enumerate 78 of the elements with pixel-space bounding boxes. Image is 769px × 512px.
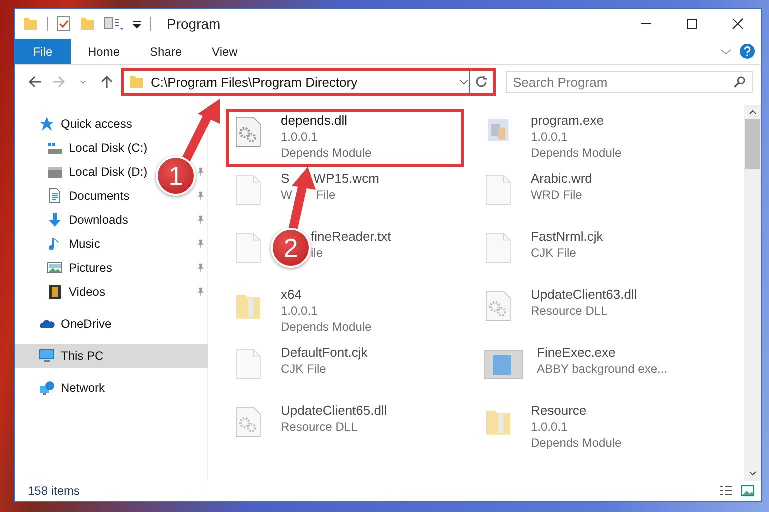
- file-detail: Depends Module: [281, 145, 372, 161]
- large-icons-view-icon: [741, 485, 755, 497]
- download-arrow-icon: [47, 212, 63, 228]
- picture-icon: [47, 260, 63, 276]
- pointer-arrow: [182, 99, 220, 164]
- ribbon-tab[interactable]: Share: [135, 39, 198, 64]
- scrollbar-thumb[interactable]: [745, 119, 760, 169]
- film-icon: [47, 284, 63, 300]
- file-detail: Resource DLL: [281, 419, 358, 435]
- file-name: depends.dll: [281, 113, 348, 129]
- file-detail: 1.0.0.1: [531, 419, 568, 435]
- maximize-icon: [686, 18, 698, 30]
- file-name: WP15.wcm: [314, 171, 380, 187]
- file-detail: File: [316, 187, 336, 203]
- file-name: FastNrml.cjk: [531, 229, 604, 245]
- document-icon: [47, 188, 63, 204]
- chevron-icon: [720, 46, 732, 56]
- file-name: UpdateClient65.dll: [281, 403, 388, 419]
- file-detail: Depends Module: [531, 145, 622, 161]
- customize-toolbar-icon: [132, 19, 142, 29]
- ribbon-tab[interactable]: View: [197, 39, 253, 64]
- star-icon: [39, 116, 55, 132]
- sidebar-item[interactable]: OneDrive: [15, 312, 116, 336]
- file-detail: CJK File: [281, 361, 326, 377]
- ribbon-tab[interactable]: Home: [73, 39, 136, 64]
- new-folder-icon: [80, 16, 96, 32]
- drive-icon: [47, 140, 63, 156]
- sidebar-item[interactable]: Downloads: [15, 208, 132, 232]
- file-name: FineExec.exe: [537, 345, 616, 361]
- details-view-icon: [719, 485, 733, 497]
- address-bar[interactable]: C:\Program Files\Program Directory: [124, 71, 469, 93]
- file-detail: ABBY background exe...: [537, 361, 668, 377]
- file-name: fineReader.txt: [311, 229, 392, 245]
- sidebar-item[interactable]: Local Disk (C:): [15, 136, 152, 160]
- sidebar-item[interactable]: Videos: [15, 280, 110, 304]
- dropdown-chevron-icon: [459, 78, 469, 86]
- back-icon: [28, 75, 42, 89]
- refresh-icon: [474, 75, 488, 89]
- network-icon: [39, 380, 55, 396]
- sidebar-item[interactable]: Pictures: [15, 256, 116, 280]
- sidebar-item[interactable]: This PC: [15, 344, 208, 368]
- close-icon: [732, 18, 744, 30]
- window-title: Program: [167, 16, 221, 32]
- forward-icon: [52, 75, 66, 89]
- file-detail: W: [281, 187, 292, 203]
- file-detail: Depends Module: [281, 319, 372, 335]
- file-name: program.exe: [531, 113, 604, 129]
- help-icon: [740, 44, 755, 59]
- file-name: Arabic.wrd: [531, 171, 592, 187]
- file-detail: Depends Module: [531, 435, 622, 451]
- file-detail: 1.0.0.1: [281, 303, 318, 319]
- file-detail: WRD File: [531, 187, 582, 203]
- sidebar-item[interactable]: Quick access: [15, 112, 136, 136]
- file-name: Resource: [531, 403, 587, 419]
- file-name: DefaultFont.cjk: [281, 345, 368, 361]
- item-count: 158 items: [28, 484, 80, 498]
- sidebar-item[interactable]: Music: [15, 232, 104, 256]
- sidebar-item[interactable]: Network: [15, 376, 110, 400]
- file-detail: Resource DLL: [531, 303, 608, 319]
- scroll-up-icon: [748, 109, 756, 115]
- file-name: x64: [281, 287, 302, 303]
- sidebar-item[interactable]: Documents: [15, 184, 134, 208]
- view-options-icon: [104, 16, 124, 32]
- file-name: UpdateClient63.dll: [531, 287, 638, 303]
- up-icon: [100, 75, 114, 89]
- file-detail: ile: [311, 245, 324, 261]
- file-name: S: [281, 171, 290, 187]
- file-menu-tab[interactable]: File: [15, 39, 71, 64]
- folder-icon: [23, 16, 39, 32]
- folder-icon: [129, 74, 145, 90]
- file-detail: CJK File: [531, 245, 576, 261]
- scroll-down-icon: [748, 471, 756, 477]
- file-detail: 1.0.0.1: [531, 129, 568, 145]
- properties-icon: [56, 16, 72, 32]
- file-detail: 1.0.0.1: [281, 129, 318, 145]
- monitor-icon: [39, 348, 55, 364]
- drive-icon: [47, 164, 63, 180]
- sidebar-item[interactable]: Local Disk (D:): [15, 160, 152, 184]
